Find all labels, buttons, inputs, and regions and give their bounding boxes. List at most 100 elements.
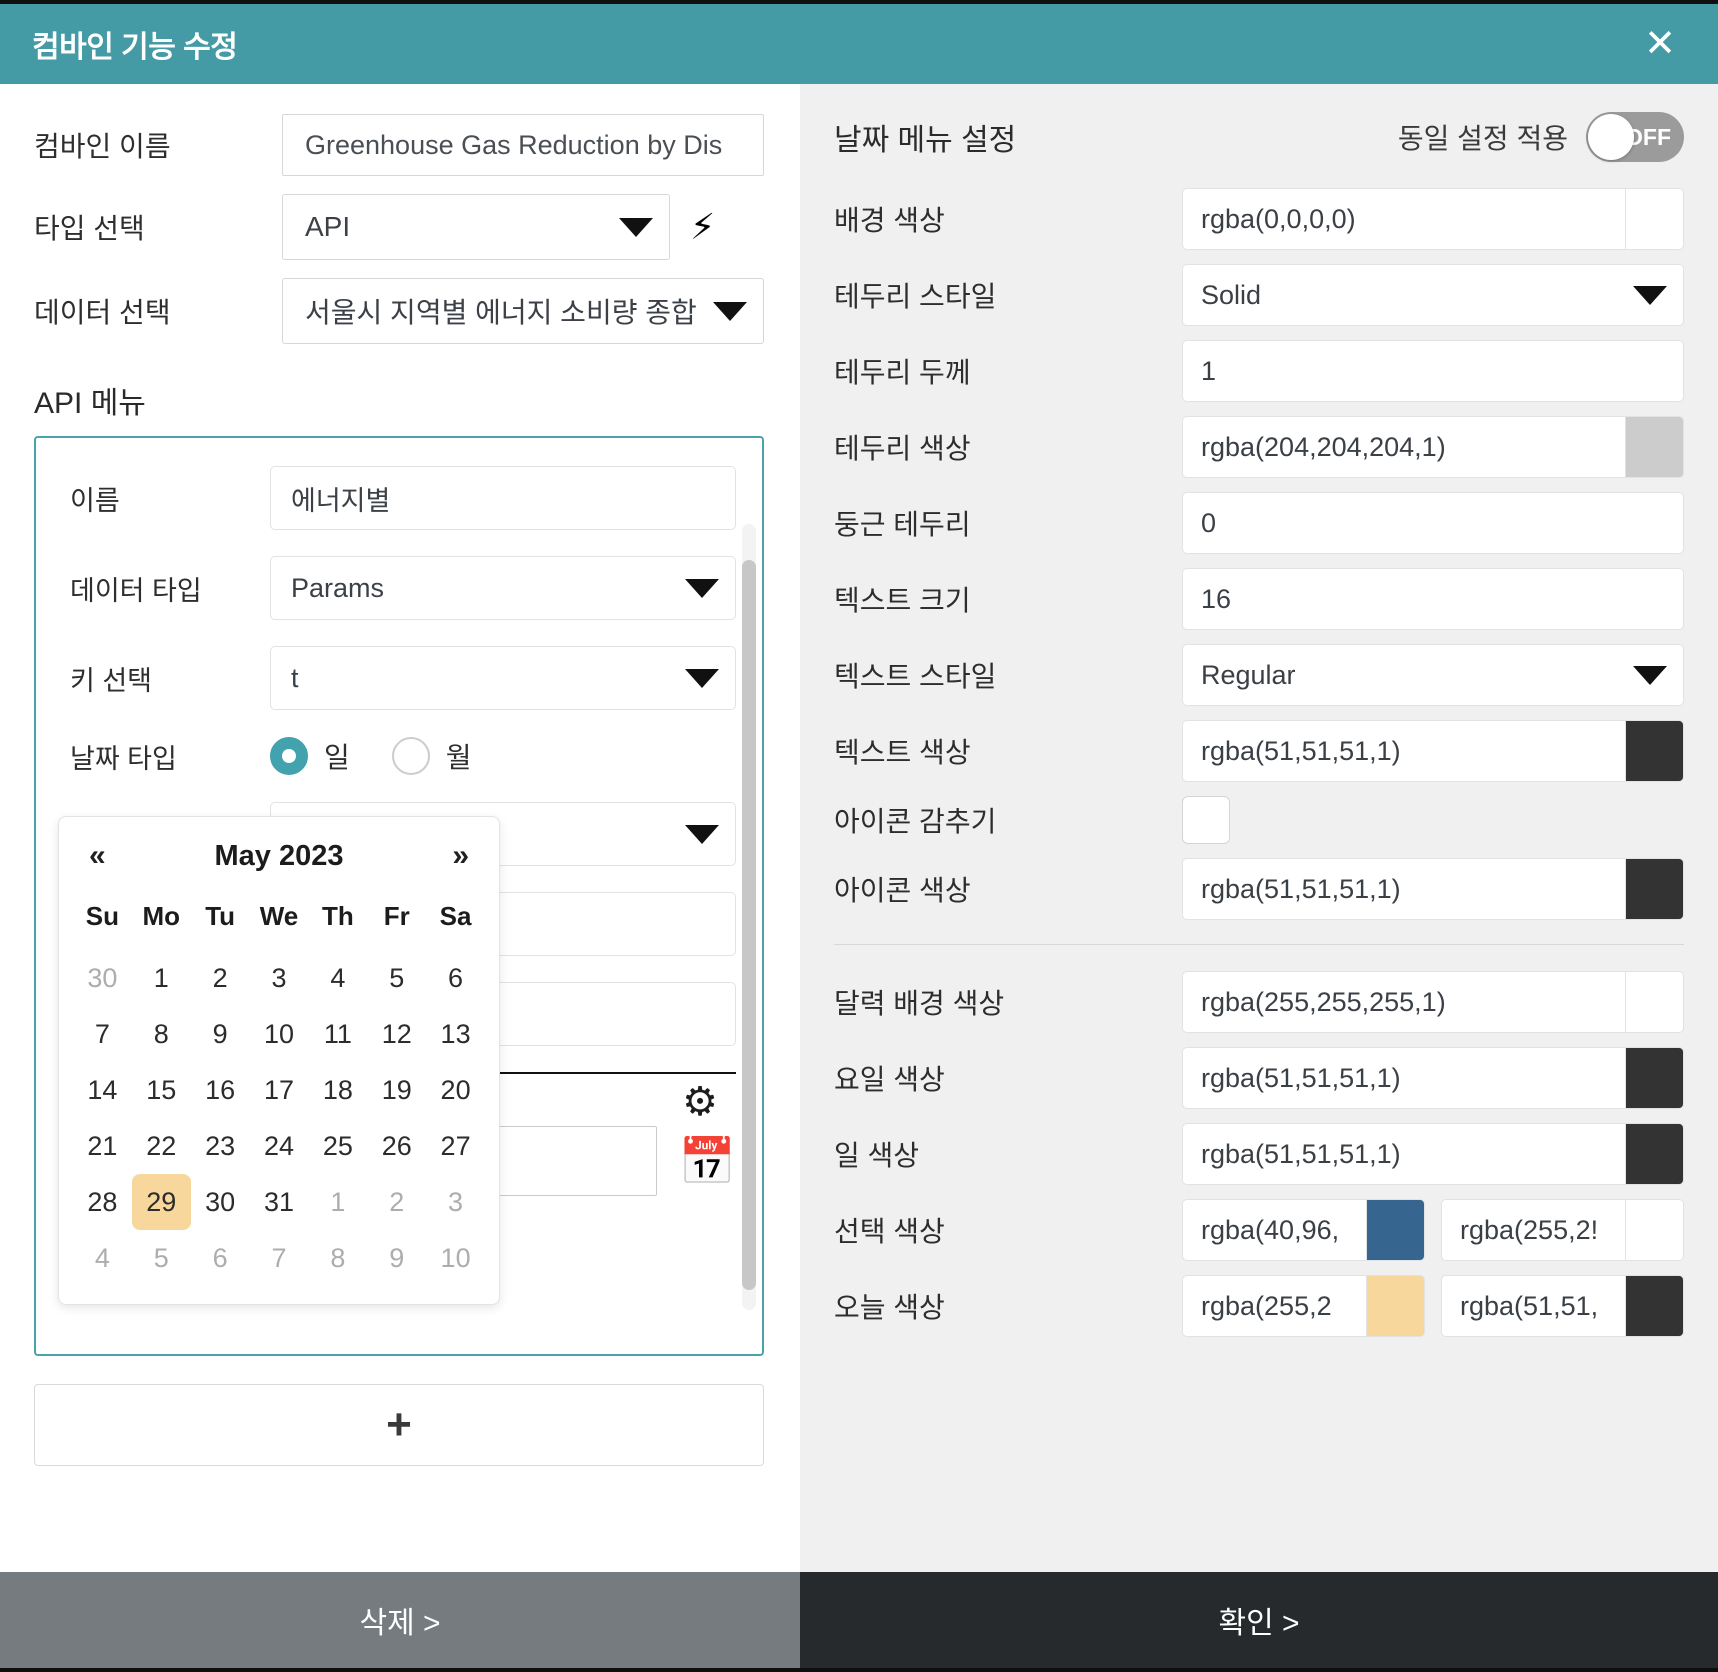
datepicker-day[interactable]: 5	[367, 950, 426, 1006]
datepicker-next-button[interactable]: »	[452, 839, 469, 873]
datepicker-day[interactable]: 2	[191, 950, 250, 1006]
setting-text-input[interactable]: 0	[1182, 492, 1684, 554]
datepicker-day[interactable]: 13	[426, 1006, 485, 1062]
datepicker-day[interactable]: 3	[250, 950, 309, 1006]
color-swatch[interactable]	[1626, 416, 1684, 478]
datepicker-day[interactable]: 22	[132, 1118, 191, 1174]
datepicker-day[interactable]: 8	[132, 1006, 191, 1062]
color-value-input[interactable]: rgba(51,51,51,1)	[1182, 720, 1626, 782]
color-swatch[interactable]	[1626, 1199, 1684, 1261]
datepicker-day[interactable]: 15	[132, 1062, 191, 1118]
datepicker-day[interactable]: 30	[191, 1174, 250, 1230]
color-value-input[interactable]: rgba(204,204,204,1)	[1182, 416, 1626, 478]
color-value-input[interactable]: rgba(51,51,	[1441, 1275, 1626, 1337]
api-key-dropdown[interactable]: t	[270, 646, 736, 710]
color-value-input[interactable]: rgba(40,96,	[1182, 1199, 1367, 1261]
color-swatch[interactable]	[1626, 971, 1684, 1033]
split-color-item-a: rgba(255,2	[1182, 1275, 1425, 1337]
type-select-dropdown[interactable]: API	[282, 194, 670, 260]
datepicker-day[interactable]: 20	[426, 1062, 485, 1118]
datepicker-day[interactable]: 10	[426, 1230, 485, 1286]
datepicker-day[interactable]: 2	[367, 1174, 426, 1230]
lightning-icon[interactable]: ⚡	[690, 209, 715, 245]
datepicker-day[interactable]: 10	[250, 1006, 309, 1062]
datepicker-day[interactable]: 9	[367, 1230, 426, 1286]
datepicker-day[interactable]: 3	[426, 1174, 485, 1230]
datepicker-day[interactable]: 16	[191, 1062, 250, 1118]
datepicker-day[interactable]: 9	[191, 1006, 250, 1062]
setting-label: 둥근 테두리	[834, 509, 971, 540]
datepicker-month-title[interactable]: May 2023	[215, 840, 344, 873]
gear-icon[interactable]: ⚙	[682, 1082, 718, 1122]
add-api-menu-button[interactable]: +	[34, 1384, 764, 1466]
radio-day[interactable]	[270, 737, 308, 775]
color-swatch[interactable]	[1626, 1047, 1684, 1109]
datepicker-day[interactable]: 11	[308, 1006, 367, 1062]
setting-label: 텍스트 색상	[834, 737, 971, 768]
setting-text-input[interactable]: 16	[1182, 568, 1684, 630]
color-swatch[interactable]	[1626, 188, 1684, 250]
api-datatype-dropdown[interactable]: Params	[270, 556, 736, 620]
color-value-input[interactable]: rgba(51,51,51,1)	[1182, 1047, 1626, 1109]
close-icon[interactable]: ✕	[1636, 21, 1684, 67]
datepicker-day[interactable]: 30	[73, 950, 132, 1006]
radio-month[interactable]	[391, 737, 430, 775]
setting-checkbox[interactable]	[1182, 796, 1230, 844]
calendar-icon[interactable]: 📅	[679, 1138, 736, 1184]
datepicker-day[interactable]: 4	[73, 1230, 132, 1286]
datepicker-dow: We	[259, 901, 299, 931]
datepicker-day[interactable]: 12	[367, 1006, 426, 1062]
datepicker-day[interactable]: 5	[132, 1230, 191, 1286]
datepicker-day[interactable]: 31	[250, 1174, 309, 1230]
api-card-scrollbar[interactable]	[742, 524, 756, 1310]
datepicker-day[interactable]: 25	[308, 1118, 367, 1174]
datepicker-day[interactable]: 19	[367, 1062, 426, 1118]
datepicker-day[interactable]: 18	[308, 1062, 367, 1118]
combine-name-input[interactable]: Greenhouse Gas Reduction by Dis	[282, 114, 764, 176]
setting-row: 아이콘 색상 rgba(51,51,51,1)	[834, 858, 1684, 920]
color-swatch[interactable]	[1626, 1275, 1684, 1337]
datepicker-day[interactable]: 27	[426, 1118, 485, 1174]
setting-dropdown[interactable]: Solid	[1182, 264, 1684, 326]
datepicker-day[interactable]: 7	[73, 1006, 132, 1062]
datepicker-day[interactable]: 26	[367, 1118, 426, 1174]
setting-row: 둥근 테두리 0	[834, 492, 1684, 554]
datepicker-day[interactable]: 6	[191, 1230, 250, 1286]
color-value-input[interactable]: rgba(255,2	[1182, 1275, 1367, 1337]
color-swatch[interactable]	[1367, 1275, 1425, 1337]
color-value-input[interactable]: rgba(0,0,0,0)	[1182, 188, 1626, 250]
color-swatch[interactable]	[1626, 858, 1684, 920]
datepicker-day[interactable]: 7	[250, 1230, 309, 1286]
color-swatch[interactable]	[1367, 1199, 1425, 1261]
color-value-input[interactable]: rgba(51,51,51,1)	[1182, 1123, 1626, 1185]
color-swatch[interactable]	[1626, 1123, 1684, 1185]
apply-same-settings-toggle[interactable]: OFF	[1586, 112, 1684, 162]
datepicker-day[interactable]: 23	[191, 1118, 250, 1174]
data-select-dropdown[interactable]: 서울시 지역별 에너지 소비량 종합	[282, 278, 764, 344]
datepicker-day[interactable]: 6	[426, 950, 485, 1006]
confirm-button[interactable]: 확인 >	[800, 1572, 1718, 1668]
color-value-input[interactable]: rgba(51,51,51,1)	[1182, 858, 1626, 920]
radio-day-label: 일	[324, 742, 350, 773]
api-name-input[interactable]: 에너지별	[270, 466, 736, 530]
datepicker-day[interactable]: 8	[308, 1230, 367, 1286]
setting-dropdown[interactable]: Regular	[1182, 644, 1684, 706]
split-color-item-a: rgba(40,96,	[1182, 1199, 1425, 1261]
datepicker-day[interactable]: 21	[73, 1118, 132, 1174]
color-swatch[interactable]	[1626, 720, 1684, 782]
setting-text-input[interactable]: 1	[1182, 340, 1684, 402]
datepicker-day[interactable]: 14	[73, 1062, 132, 1118]
delete-button[interactable]: 삭제 >	[0, 1572, 800, 1668]
setting-control: rgba(0,0,0,0)	[1182, 188, 1684, 250]
datepicker-day[interactable]: 1	[308, 1174, 367, 1230]
datepicker-day[interactable]: 29	[131, 1174, 191, 1230]
datepicker-day[interactable]: 4	[308, 950, 367, 1006]
color-value-input[interactable]: rgba(255,2!	[1441, 1199, 1626, 1261]
color-value-input[interactable]: rgba(255,255,255,1)	[1182, 971, 1626, 1033]
datepicker-prev-button[interactable]: «	[89, 839, 106, 873]
datepicker-day[interactable]: 28	[73, 1174, 132, 1230]
api-card-scroll-thumb[interactable]	[742, 560, 756, 1290]
datepicker-day[interactable]: 24	[250, 1118, 309, 1174]
datepicker-day[interactable]: 1	[132, 950, 191, 1006]
datepicker-day[interactable]: 17	[250, 1062, 309, 1118]
